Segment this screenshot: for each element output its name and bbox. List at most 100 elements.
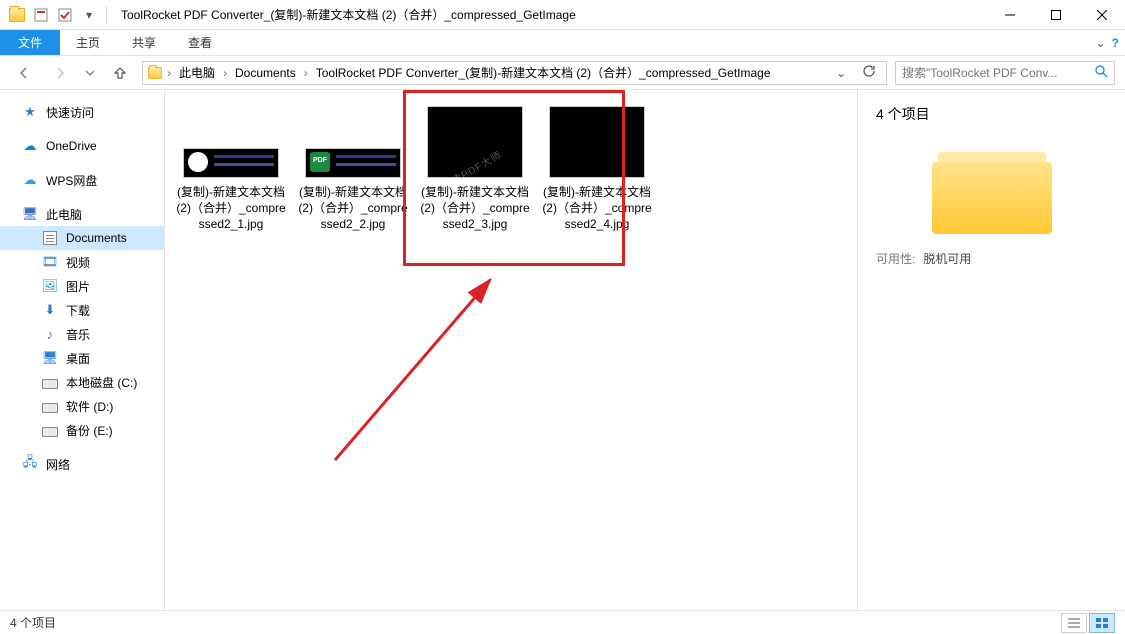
- tab-home[interactable]: 主页: [60, 30, 116, 55]
- sidebar-label: 备份 (E:): [66, 422, 113, 439]
- sidebar-item-desktop[interactable]: 🖥桌面: [0, 346, 164, 370]
- details-availability-value: 脱机可用: [923, 250, 971, 267]
- star-icon: ★: [22, 104, 38, 120]
- file-item[interactable]: 迅读PDF大师 (复制)-新建文本文档 (2)（合并）_compressed2_…: [419, 106, 531, 232]
- drive-icon: [42, 398, 58, 414]
- status-item-count: 4 个项目: [10, 614, 56, 631]
- nav-history-dropdown[interactable]: [82, 60, 98, 86]
- file-thumbnail: PDF: [305, 148, 401, 178]
- address-folder-icon: [148, 67, 162, 79]
- address-dropdown-icon[interactable]: ⌄: [830, 66, 852, 80]
- file-name: (复制)-新建文本文档 (2)（合并）_compressed2_2.jpg: [297, 184, 409, 232]
- details-availability-label: 可用性:: [876, 250, 915, 267]
- sidebar-label: 音乐: [66, 326, 90, 343]
- sidebar-label: OneDrive: [46, 139, 97, 153]
- sidebar-item-music[interactable]: ♪ 音乐: [0, 322, 164, 346]
- chevron-right-icon[interactable]: ›: [302, 66, 310, 80]
- qat-customize-icon[interactable]: ▾: [78, 4, 100, 26]
- crumb-documents[interactable]: Documents: [231, 66, 300, 80]
- details-pane: 4 个项目 可用性: 脱机可用: [857, 90, 1125, 610]
- sidebar-item-drive-e[interactable]: 备份 (E:): [0, 418, 164, 442]
- folder-large-icon: [932, 144, 1052, 234]
- view-details-button[interactable]: [1061, 613, 1087, 633]
- sidebar-label: 本地磁盘 (C:): [66, 374, 137, 391]
- download-icon: ⬇: [42, 302, 58, 318]
- cloud-icon: ☁: [22, 172, 38, 188]
- sidebar-label: 网络: [46, 456, 70, 473]
- navigation-pane: ★ 快速访问 ☁ OneDrive ☁ WPS网盘 🖥 此电脑 Documents 🎞 视…: [0, 90, 165, 610]
- file-tab[interactable]: 文件: [0, 30, 60, 55]
- sidebar-item-onedrive[interactable]: ☁ OneDrive: [0, 134, 164, 158]
- qat-properties-icon[interactable]: [30, 4, 52, 26]
- file-item[interactable]: (复制)-新建文本文档 (2)（合并）_compressed2_1.jpg: [175, 106, 287, 232]
- search-icon[interactable]: [1094, 64, 1108, 81]
- file-name: (复制)-新建文本文档 (2)（合并）_compressed2_1.jpg: [175, 184, 287, 232]
- sidebar-item-wps[interactable]: ☁ WPS网盘: [0, 168, 164, 192]
- sidebar-item-documents[interactable]: Documents: [0, 226, 164, 250]
- sidebar-item-downloads[interactable]: ⬇ 下载: [0, 298, 164, 322]
- window-title: ToolRocket PDF Converter_(复制)-新建文本文档 (2)…: [113, 6, 987, 23]
- file-name: (复制)-新建文本文档 (2)（合并）_compressed2_4.jpg: [541, 184, 653, 232]
- sidebar-label: 图片: [66, 278, 90, 295]
- search-input[interactable]: [902, 66, 1094, 80]
- sidebar-item-network[interactable]: 🖧 网络: [0, 452, 164, 476]
- sidebar-item-quick-access[interactable]: ★ 快速访问: [0, 100, 164, 124]
- search-box[interactable]: [895, 61, 1115, 85]
- nav-forward-button[interactable]: [46, 60, 74, 86]
- ribbon-expand-icon[interactable]: ⌄: [1096, 36, 1106, 50]
- sidebar-item-pictures[interactable]: 🖼 图片: [0, 274, 164, 298]
- file-thumbnail: [549, 106, 645, 178]
- crumb-this-pc[interactable]: 此电脑: [175, 64, 219, 81]
- file-thumbnail: 迅读PDF大师: [427, 106, 523, 178]
- details-title: 4 个项目: [876, 104, 1107, 124]
- maximize-button[interactable]: [1033, 0, 1079, 30]
- file-thumbnail: [183, 148, 279, 178]
- crumb-current-folder[interactable]: ToolRocket PDF Converter_(复制)-新建文本文档 (2)…: [312, 64, 775, 81]
- document-icon: [42, 230, 58, 246]
- qat-checkbox-icon[interactable]: [54, 4, 76, 26]
- sidebar-label: WPS网盘: [46, 172, 97, 189]
- picture-icon: 🖼: [42, 278, 58, 294]
- pc-icon: 🖥: [22, 206, 38, 222]
- sidebar-label: 快速访问: [46, 104, 94, 121]
- details-availability-row: 可用性: 脱机可用: [876, 250, 1107, 267]
- status-bar: 4 个项目: [0, 610, 1125, 634]
- sidebar-item-this-pc[interactable]: 🖥 此电脑: [0, 202, 164, 226]
- chevron-right-icon[interactable]: ›: [165, 66, 173, 80]
- file-item[interactable]: PDF (复制)-新建文本文档 (2)（合并）_compressed2_2.jp…: [297, 106, 409, 232]
- address-row: › 此电脑 › Documents › ToolRocket PDF Conve…: [0, 56, 1125, 90]
- close-button[interactable]: [1079, 0, 1125, 30]
- cloud-icon: ☁: [22, 138, 38, 154]
- ribbon: 文件 主页 共享 查看 ⌄ ?: [0, 30, 1125, 56]
- sidebar-label: Documents: [66, 231, 127, 245]
- address-bar[interactable]: › 此电脑 › Documents › ToolRocket PDF Conve…: [142, 61, 887, 85]
- view-thumbnails-button[interactable]: [1089, 613, 1115, 633]
- drive-icon: [42, 374, 58, 390]
- nav-up-button[interactable]: [106, 60, 134, 86]
- sidebar-label: 软件 (D:): [66, 398, 113, 415]
- desktop-icon: 🖥: [42, 350, 58, 366]
- video-icon: 🎞: [42, 254, 58, 270]
- music-icon: ♪: [42, 326, 58, 342]
- sidebar-item-videos[interactable]: 🎞 视频: [0, 250, 164, 274]
- annotation-arrow: [315, 260, 515, 480]
- sidebar-label: 视频: [66, 254, 90, 271]
- sidebar-item-drive-c[interactable]: 本地磁盘 (C:): [0, 370, 164, 394]
- help-icon[interactable]: ?: [1112, 36, 1119, 50]
- tab-share[interactable]: 共享: [116, 30, 172, 55]
- minimize-button[interactable]: [987, 0, 1033, 30]
- title-bar: ▾ ToolRocket PDF Converter_(复制)-新建文本文档 (…: [0, 0, 1125, 30]
- file-item[interactable]: (复制)-新建文本文档 (2)（合并）_compressed2_4.jpg: [541, 106, 653, 232]
- app-icon: [6, 4, 28, 26]
- tab-view[interactable]: 查看: [172, 30, 228, 55]
- file-list-area[interactable]: (复制)-新建文本文档 (2)（合并）_compressed2_1.jpg PD…: [165, 90, 857, 610]
- nav-back-button[interactable]: [10, 60, 38, 86]
- refresh-button[interactable]: [856, 64, 882, 81]
- sidebar-label: 此电脑: [46, 206, 82, 223]
- sidebar-label: 下载: [66, 302, 90, 319]
- watermark-text: 迅读PDF大师: [439, 146, 505, 178]
- sidebar-item-drive-d[interactable]: 软件 (D:): [0, 394, 164, 418]
- file-name: (复制)-新建文本文档 (2)（合并）_compressed2_3.jpg: [419, 184, 531, 232]
- chevron-right-icon[interactable]: ›: [221, 66, 229, 80]
- network-icon: 🖧: [22, 456, 38, 472]
